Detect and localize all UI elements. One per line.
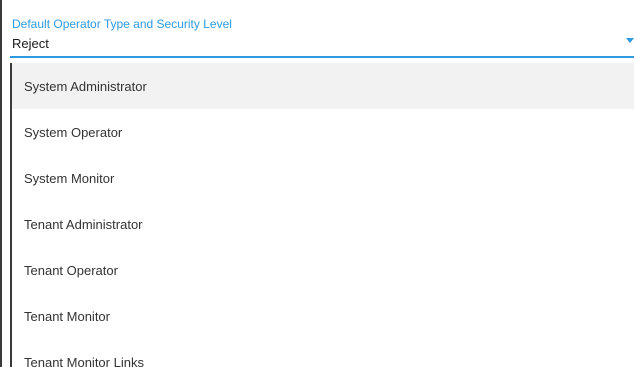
field-label: Default Operator Type and Security Level xyxy=(12,17,232,31)
menu-item-system-monitor[interactable]: System Monitor xyxy=(12,155,634,201)
caret-down-icon[interactable] xyxy=(626,38,634,43)
menu-item-tenant-monitor[interactable]: Tenant Monitor xyxy=(12,293,634,339)
menu-item-system-administrator[interactable]: System Administrator xyxy=(12,63,634,109)
dropdown-menu: System Administrator System Operator Sys… xyxy=(10,63,634,367)
operator-type-select[interactable]: Default Operator Type and Security Level… xyxy=(10,0,634,60)
menu-item-tenant-administrator[interactable]: Tenant Administrator xyxy=(12,201,634,247)
field-underline xyxy=(10,56,634,58)
menu-item-system-operator[interactable]: System Operator xyxy=(12,109,634,155)
selected-value: Reject xyxy=(12,36,49,51)
menu-item-tenant-monitor-links[interactable]: Tenant Monitor Links xyxy=(12,339,634,367)
window-edge xyxy=(0,0,2,367)
menu-item-tenant-operator[interactable]: Tenant Operator xyxy=(12,247,634,293)
